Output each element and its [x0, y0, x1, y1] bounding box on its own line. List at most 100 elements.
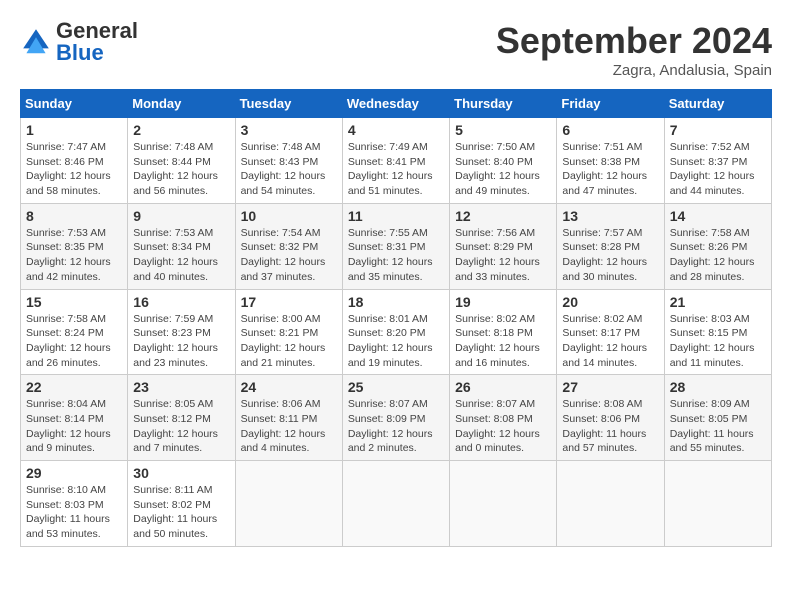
- day-info: Sunrise: 8:04 AM Sunset: 8:14 PM Dayligh…: [26, 397, 122, 456]
- calendar-cell: 30Sunrise: 8:11 AM Sunset: 8:02 PM Dayli…: [128, 461, 235, 547]
- weekday-header-tuesday: Tuesday: [235, 90, 342, 118]
- day-info: Sunrise: 7:52 AM Sunset: 8:37 PM Dayligh…: [670, 140, 766, 199]
- day-info: Sunrise: 7:58 AM Sunset: 8:26 PM Dayligh…: [670, 226, 766, 285]
- calendar-week-row: 15 Sunrise: 7:58 AM Sunset: 8:24 PM Dayli…: [21, 289, 772, 375]
- calendar-cell: 25 Sunrise: 8:07 AM Sunset: 8:09 PM Dayli…: [342, 375, 449, 461]
- day-info: Sunrise: 7:58 AM Sunset: 8:24 PM Dayligh…: [26, 312, 122, 371]
- day-number: 16: [133, 294, 229, 310]
- day-number: 28: [670, 379, 766, 395]
- calendar-cell: 26Sunrise: 8:07 AM Sunset: 8:08 PM Dayli…: [450, 375, 557, 461]
- day-number: 25: [348, 379, 444, 395]
- calendar-body: 1Sunrise: 7:47 AM Sunset: 8:46 PM Daylig…: [21, 118, 772, 547]
- day-info: Sunrise: 7:50 AM Sunset: 8:40 PM Dayligh…: [455, 140, 551, 199]
- day-info: Sunrise: 8:08 AM Sunset: 8:06 PM Dayligh…: [562, 397, 658, 456]
- day-info: Sunrise: 8:09 AM Sunset: 8:05 PM Dayligh…: [670, 397, 766, 456]
- weekday-header-sunday: Sunday: [21, 90, 128, 118]
- day-number: 4: [348, 122, 444, 138]
- calendar-cell: 3 Sunrise: 7:48 AM Sunset: 8:43 PM Daylig…: [235, 118, 342, 204]
- calendar-table: SundayMondayTuesdayWednesdayThursdayFrid…: [20, 89, 772, 547]
- calendar-cell: 16 Sunrise: 7:59 AM Sunset: 8:23 PM Dayli…: [128, 289, 235, 375]
- day-number: 22: [26, 379, 122, 395]
- day-number: 13: [562, 208, 658, 224]
- calendar-cell: [557, 461, 664, 547]
- day-number: 29: [26, 465, 122, 481]
- day-number: 12: [455, 208, 551, 224]
- day-info: Sunrise: 8:02 AM Sunset: 8:17 PM Dayligh…: [562, 312, 658, 371]
- day-number: 18: [348, 294, 444, 310]
- day-number: 8: [26, 208, 122, 224]
- calendar-cell: 7 Sunrise: 7:52 AM Sunset: 8:37 PM Daylig…: [664, 118, 771, 204]
- day-number: 17: [241, 294, 337, 310]
- month-title: September 2024: [496, 20, 772, 62]
- day-info: Sunrise: 7:57 AM Sunset: 8:28 PM Dayligh…: [562, 226, 658, 285]
- weekday-header-saturday: Saturday: [664, 90, 771, 118]
- weekday-header-friday: Friday: [557, 90, 664, 118]
- calendar-week-row: 29Sunrise: 8:10 AM Sunset: 8:03 PM Dayli…: [21, 461, 772, 547]
- calendar-cell: 23 Sunrise: 8:05 AM Sunset: 8:12 PM Dayli…: [128, 375, 235, 461]
- calendar-cell: 9 Sunrise: 7:53 AM Sunset: 8:34 PM Daylig…: [128, 203, 235, 289]
- calendar-cell: 8 Sunrise: 7:53 AM Sunset: 8:35 PM Daylig…: [21, 203, 128, 289]
- calendar-cell: 22 Sunrise: 8:04 AM Sunset: 8:14 PM Dayli…: [21, 375, 128, 461]
- calendar-cell: 11Sunrise: 7:55 AM Sunset: 8:31 PM Dayli…: [342, 203, 449, 289]
- day-info: Sunrise: 8:06 AM Sunset: 8:11 PM Dayligh…: [241, 397, 337, 456]
- weekday-header-wednesday: Wednesday: [342, 90, 449, 118]
- day-info: Sunrise: 7:53 AM Sunset: 8:35 PM Dayligh…: [26, 226, 122, 285]
- logo: GeneralBlue: [20, 20, 138, 64]
- day-info: Sunrise: 7:59 AM Sunset: 8:23 PM Dayligh…: [133, 312, 229, 371]
- calendar-cell: 6 Sunrise: 7:51 AM Sunset: 8:38 PM Daylig…: [557, 118, 664, 204]
- calendar-cell: 15 Sunrise: 7:58 AM Sunset: 8:24 PM Dayli…: [21, 289, 128, 375]
- logo-icon: [20, 26, 52, 58]
- day-info: Sunrise: 8:07 AM Sunset: 8:09 PM Dayligh…: [348, 397, 444, 456]
- page-header: GeneralBlue September 2024 Zagra, Andalu…: [20, 20, 772, 79]
- calendar-cell: 18 Sunrise: 8:01 AM Sunset: 8:20 PM Dayli…: [342, 289, 449, 375]
- title-block: September 2024 Zagra, Andalusia, Spain: [496, 20, 772, 79]
- calendar-week-row: 22 Sunrise: 8:04 AM Sunset: 8:14 PM Dayli…: [21, 375, 772, 461]
- day-info: Sunrise: 7:48 AM Sunset: 8:44 PM Dayligh…: [133, 140, 229, 199]
- day-number: 14: [670, 208, 766, 224]
- calendar-cell: 10Sunrise: 7:54 AM Sunset: 8:32 PM Dayli…: [235, 203, 342, 289]
- day-number: 1: [26, 122, 122, 138]
- calendar-cell: 2Sunrise: 7:48 AM Sunset: 8:44 PM Daylig…: [128, 118, 235, 204]
- day-info: Sunrise: 7:49 AM Sunset: 8:41 PM Dayligh…: [348, 140, 444, 199]
- day-info: Sunrise: 7:56 AM Sunset: 8:29 PM Dayligh…: [455, 226, 551, 285]
- day-number: 24: [241, 379, 337, 395]
- location-title: Zagra, Andalusia, Spain: [496, 62, 772, 79]
- day-info: Sunrise: 7:48 AM Sunset: 8:43 PM Dayligh…: [241, 140, 337, 199]
- calendar-cell: 12 Sunrise: 7:56 AM Sunset: 8:29 PM Dayli…: [450, 203, 557, 289]
- day-number: 7: [670, 122, 766, 138]
- logo-text: GeneralBlue: [56, 20, 138, 64]
- day-number: 19: [455, 294, 551, 310]
- calendar-cell: 13 Sunrise: 7:57 AM Sunset: 8:28 PM Dayli…: [557, 203, 664, 289]
- day-info: Sunrise: 8:01 AM Sunset: 8:20 PM Dayligh…: [348, 312, 444, 371]
- day-number: 3: [241, 122, 337, 138]
- day-number: 5: [455, 122, 551, 138]
- calendar-header-row: SundayMondayTuesdayWednesdayThursdayFrid…: [21, 90, 772, 118]
- calendar-week-row: 8 Sunrise: 7:53 AM Sunset: 8:35 PM Daylig…: [21, 203, 772, 289]
- calendar-week-row: 1Sunrise: 7:47 AM Sunset: 8:46 PM Daylig…: [21, 118, 772, 204]
- day-number: 15: [26, 294, 122, 310]
- calendar-cell: 4 Sunrise: 7:49 AM Sunset: 8:41 PM Daylig…: [342, 118, 449, 204]
- day-number: 6: [562, 122, 658, 138]
- day-number: 27: [562, 379, 658, 395]
- calendar-cell: 19Sunrise: 8:02 AM Sunset: 8:18 PM Dayli…: [450, 289, 557, 375]
- day-info: Sunrise: 7:54 AM Sunset: 8:32 PM Dayligh…: [241, 226, 337, 285]
- calendar-cell: [235, 461, 342, 547]
- calendar-cell: 1Sunrise: 7:47 AM Sunset: 8:46 PM Daylig…: [21, 118, 128, 204]
- day-number: 26: [455, 379, 551, 395]
- day-info: Sunrise: 7:55 AM Sunset: 8:31 PM Dayligh…: [348, 226, 444, 285]
- day-number: 23: [133, 379, 229, 395]
- day-info: Sunrise: 8:11 AM Sunset: 8:02 PM Dayligh…: [133, 483, 229, 542]
- calendar-cell: 27 Sunrise: 8:08 AM Sunset: 8:06 PM Dayli…: [557, 375, 664, 461]
- calendar-cell: 24 Sunrise: 8:06 AM Sunset: 8:11 PM Dayli…: [235, 375, 342, 461]
- weekday-header-thursday: Thursday: [450, 90, 557, 118]
- day-info: Sunrise: 8:05 AM Sunset: 8:12 PM Dayligh…: [133, 397, 229, 456]
- day-info: Sunrise: 7:53 AM Sunset: 8:34 PM Dayligh…: [133, 226, 229, 285]
- day-number: 21: [670, 294, 766, 310]
- calendar-cell: 14 Sunrise: 7:58 AM Sunset: 8:26 PM Dayli…: [664, 203, 771, 289]
- day-number: 9: [133, 208, 229, 224]
- day-info: Sunrise: 7:51 AM Sunset: 8:38 PM Dayligh…: [562, 140, 658, 199]
- calendar-cell: [342, 461, 449, 547]
- calendar-cell: 21Sunrise: 8:03 AM Sunset: 8:15 PM Dayli…: [664, 289, 771, 375]
- calendar-cell: 20 Sunrise: 8:02 AM Sunset: 8:17 PM Dayli…: [557, 289, 664, 375]
- day-number: 20: [562, 294, 658, 310]
